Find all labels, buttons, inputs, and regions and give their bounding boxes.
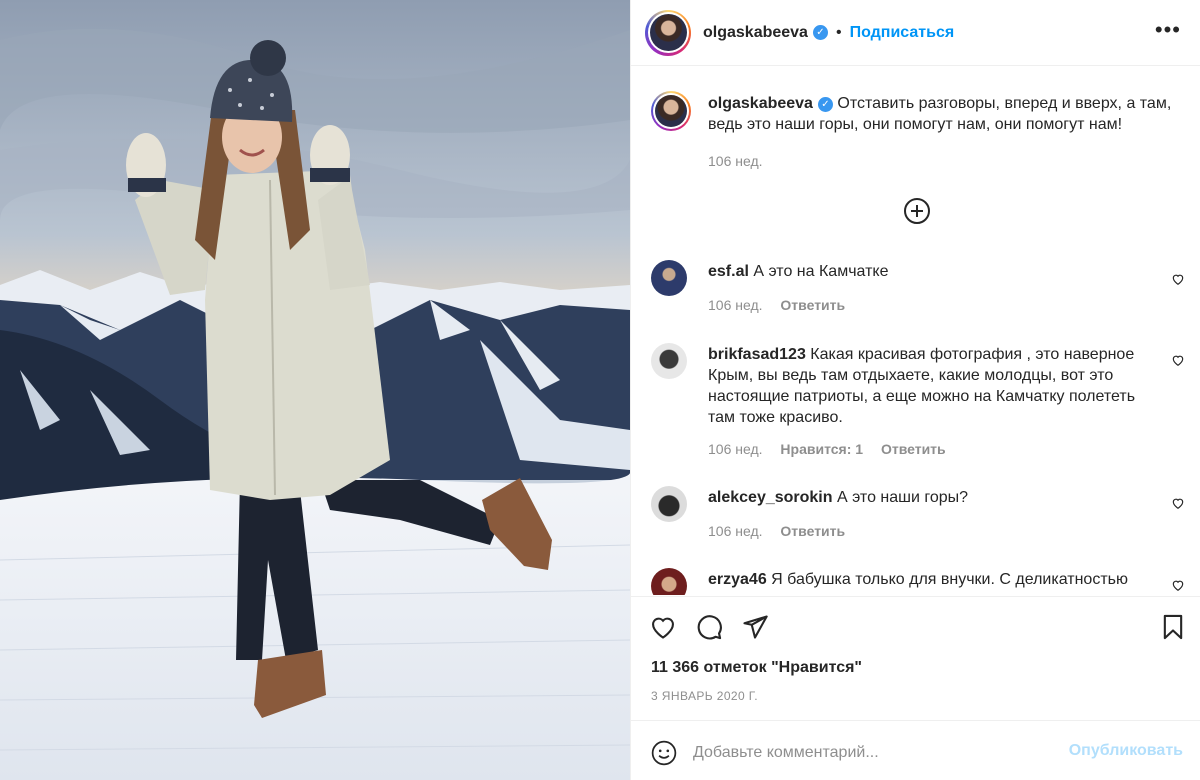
caption-time[interactable]: 106 нед.: [708, 153, 763, 169]
comment-meta: 106 нед. Ответить: [708, 297, 859, 313]
caption-username[interactable]: olgaskabeeva: [708, 95, 813, 112]
comment-username[interactable]: esf.al: [708, 263, 749, 280]
avatar-image: [655, 95, 687, 127]
save-bookmark-icon[interactable]: [1159, 613, 1187, 641]
reply-button[interactable]: Ответить: [780, 523, 845, 539]
comment-text-block: erzya46 Я бабушка только для внучки. С д…: [708, 569, 1155, 590]
comment-meta: 106 нед. Ответить: [708, 523, 859, 539]
comment-time[interactable]: 106 нед.: [708, 523, 763, 539]
comment-meta: 106 нед. Нравится: 1 Ответить: [708, 441, 960, 457]
separator-dot: •: [835, 23, 842, 41]
comment-username[interactable]: brikfasad123: [708, 346, 806, 363]
comment-item: erzya46 Я бабушка только для внучки. С д…: [651, 568, 1191, 595]
comments-list[interactable]: olgaskabeeva ✓ Отставить разговоры, впере…: [631, 67, 1200, 595]
share-send-icon[interactable]: [741, 613, 769, 641]
commenter-avatar[interactable]: [651, 568, 687, 595]
comment-item: brikfasad123 Какая красивая фотография ,…: [651, 343, 1191, 463]
comment-text: А это на Камчатке: [753, 263, 889, 280]
caption-author-avatar[interactable]: [651, 91, 691, 131]
reply-button[interactable]: Ответить: [780, 297, 845, 313]
verified-badge-icon: ✓: [812, 25, 828, 40]
like-comment-heart-icon[interactable]: [1171, 272, 1185, 286]
commenter-avatar[interactable]: [651, 486, 687, 522]
more-horizontal-icon[interactable]: •••: [1155, 19, 1181, 41]
likes-count[interactable]: 11 366 отметок "Нравится": [651, 659, 862, 677]
comment-item: esf.al А это на Камчатке 106 нед. Ответи…: [651, 260, 1191, 320]
like-heart-icon[interactable]: [649, 613, 677, 641]
avatar-image: [649, 14, 687, 51]
commenter-avatar[interactable]: [651, 260, 687, 296]
comment-text-block: esf.al А это на Камчатке: [708, 261, 1155, 282]
post-header: olgaskabeeva ✓ • Подписаться •••: [631, 0, 1200, 66]
comment-likes-count[interactable]: Нравится: 1: [780, 441, 863, 457]
post-date[interactable]: 3 ЯНВАРЬ 2020 Г.: [651, 689, 758, 703]
post-actions-bar: 11 366 отметок "Нравится" 3 ЯНВАРЬ 2020 …: [631, 596, 1200, 720]
post-side-panel: olgaskabeeva ✓ • Подписаться ••• olgaska…: [630, 0, 1200, 780]
caption-text-block: olgaskabeeva ✓ Отставить разговоры, впере…: [708, 93, 1191, 135]
like-comment-heart-icon[interactable]: [1171, 578, 1185, 592]
publish-button[interactable]: Опубликовать: [1069, 742, 1183, 760]
post-caption: olgaskabeeva ✓ Отставить разговоры, впере…: [651, 91, 1191, 171]
reply-button[interactable]: Ответить: [881, 441, 946, 457]
like-comment-heart-icon[interactable]: [1171, 496, 1185, 510]
emoji-icon[interactable]: [651, 740, 677, 766]
load-more-comments-icon[interactable]: [903, 197, 931, 225]
comment-text-block: alekcey_sorokin А это наши горы?: [708, 487, 1155, 508]
comment-time[interactable]: 106 нед.: [708, 441, 763, 457]
comment-input[interactable]: [693, 740, 1053, 766]
post-image: [0, 0, 630, 780]
like-comment-heart-icon[interactable]: [1171, 353, 1185, 367]
post-photo[interactable]: [0, 0, 630, 780]
comment-username[interactable]: alekcey_sorokin: [708, 489, 833, 506]
commenter-avatar[interactable]: [651, 343, 687, 379]
avatar-ring-inner: [647, 12, 689, 53]
comment-bubble-icon[interactable]: [695, 613, 723, 641]
comment-text: А это наши горы?: [836, 489, 969, 506]
author-avatar[interactable]: [645, 9, 691, 56]
comment-text: Я бабушка только для внучки. С деликатно…: [771, 571, 1128, 588]
add-comment-bar: Опубликовать: [631, 720, 1200, 780]
author-username[interactable]: olgaskabeeva: [703, 24, 808, 42]
comment-text-block: brikfasad123 Какая красивая фотография ,…: [708, 344, 1155, 428]
comment-time[interactable]: 106 нед.: [708, 297, 763, 313]
verified-badge-icon: ✓: [817, 97, 833, 112]
caption-meta: 106 нед.: [708, 153, 777, 169]
comment-item: alekcey_sorokin А это наши горы? 106 нед…: [651, 486, 1191, 546]
instagram-post-window: olgaskabeeva ✓ • Подписаться ••• olgaska…: [0, 0, 1200, 780]
comment-username[interactable]: erzya46: [708, 571, 767, 588]
follow-button[interactable]: Подписаться: [850, 24, 955, 42]
avatar-ring-inner: [653, 93, 689, 129]
